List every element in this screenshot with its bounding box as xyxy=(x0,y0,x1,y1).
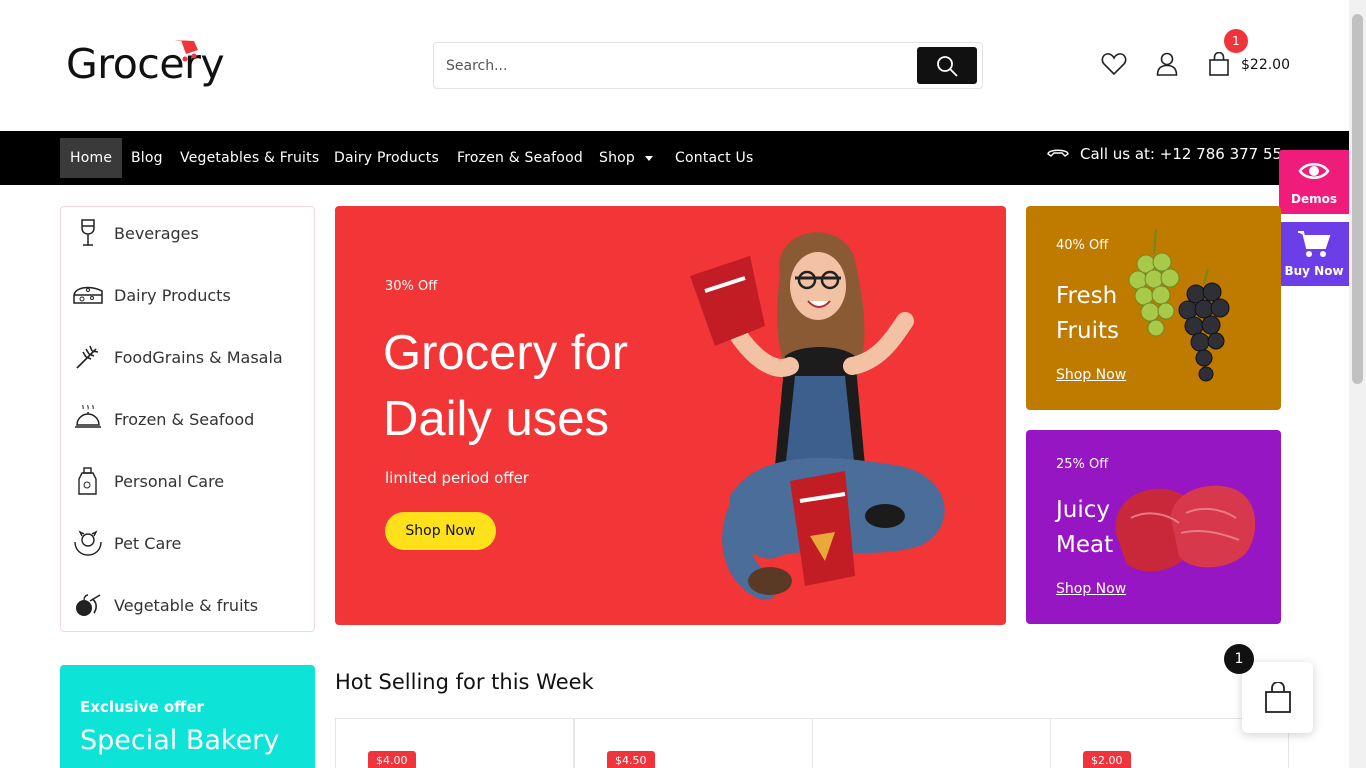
category-beverages[interactable]: Beverages xyxy=(71,213,306,253)
category-label: Frozen & Seafood xyxy=(114,409,255,429)
pet-hands-icon xyxy=(71,526,105,560)
search-bar xyxy=(433,42,983,89)
promo-discount: 40% Off xyxy=(1056,238,1109,253)
site-header: Grocery 1 $22.00 xyxy=(0,0,1349,131)
buy-now-label: Buy Now xyxy=(1284,264,1344,278)
nav-contact-us[interactable]: Contact Us xyxy=(675,138,753,178)
promo-shop-now-link[interactable]: Shop Now xyxy=(1056,581,1126,597)
promo-juicy-meat: 25% Off Juicy Meat Shop Now xyxy=(1026,430,1281,624)
call-us: Call us at: +12 786 377 55 xyxy=(1046,145,1282,163)
nav-frozen-seafood[interactable]: Frozen & Seafood xyxy=(457,138,583,178)
call-us-text: Call us at: +12 786 377 55 xyxy=(1080,145,1283,163)
buy-now-button[interactable]: Buy Now xyxy=(1279,222,1349,286)
category-label: Beverages xyxy=(114,223,199,243)
hero-title: Grocery for Daily uses xyxy=(383,326,629,446)
fruits-icon xyxy=(71,588,105,622)
bottles-icon xyxy=(71,464,105,498)
nav-shop-label: Shop xyxy=(599,150,636,166)
category-foodgrains-masala[interactable]: FoodGrains & Masala xyxy=(71,337,306,377)
grocery-logo[interactable]: Grocery xyxy=(66,40,225,100)
search-input[interactable] xyxy=(446,51,916,81)
price-badge: $4.50 xyxy=(607,751,655,768)
category-label: Vegetable & fruits xyxy=(114,595,259,615)
heart-icon[interactable] xyxy=(1101,52,1127,76)
search-button[interactable] xyxy=(917,47,977,84)
special-bakery-card: Exclusive offer Special Bakery xyxy=(60,665,315,768)
product-card[interactable] xyxy=(812,718,1051,768)
category-label: FoodGrains & Masala xyxy=(114,347,283,367)
demos-button[interactable]: Demos xyxy=(1279,150,1349,214)
cheese-icon xyxy=(71,278,105,312)
category-personal-care[interactable]: Personal Care xyxy=(71,461,306,501)
floating-cart-button[interactable] xyxy=(1242,662,1313,733)
hero-shop-now-button[interactable]: Shop Now xyxy=(385,512,496,550)
hero-subtitle: limited period offer xyxy=(385,469,529,487)
price-badge: $2.00 xyxy=(1083,751,1131,768)
product-card[interactable]: $4.00 xyxy=(335,718,574,768)
cart-icon xyxy=(1298,231,1331,257)
category-frozen-seafood[interactable]: Frozen & Seafood xyxy=(71,399,306,439)
page-scrollbar[interactable] xyxy=(1349,0,1366,768)
nav-vegetables-fruits[interactable]: Vegetables & Fruits xyxy=(180,138,319,178)
eye-icon xyxy=(1298,163,1330,179)
shopping-bag-icon[interactable] xyxy=(1208,52,1230,76)
meat-image xyxy=(1115,485,1256,572)
scrollbar-thumb[interactable] xyxy=(1352,14,1363,384)
grapes-image xyxy=(1128,228,1230,382)
floating-cart-count: 1 xyxy=(1224,644,1254,674)
logo-cart-icon xyxy=(175,40,198,62)
hero-discount: 30% Off xyxy=(385,279,438,294)
nav-home[interactable]: Home xyxy=(60,138,123,178)
category-label: Pet Care xyxy=(114,533,182,553)
hot-selling-title: Hot Selling for this Week xyxy=(335,670,594,694)
cloche-icon xyxy=(71,402,105,436)
category-vegetable-fruits[interactable]: Vegetable & fruits xyxy=(71,585,306,625)
user-icon[interactable] xyxy=(1156,52,1178,76)
promo-discount: 25% Off xyxy=(1056,457,1109,472)
bakery-kicker: Exclusive offer xyxy=(80,698,204,716)
promo-fresh-fruits: 40% Off Fresh Fruits Shop Now xyxy=(1026,206,1281,410)
search-icon xyxy=(937,55,958,77)
nav-blog[interactable]: Blog xyxy=(131,138,163,178)
chevron-down-icon xyxy=(645,155,654,161)
price-badge: $4.00 xyxy=(368,751,416,768)
category-label: Dairy Products xyxy=(114,285,231,305)
cart-count-badge: 1 xyxy=(1224,29,1248,53)
category-pet-care[interactable]: Pet Care xyxy=(71,523,306,563)
category-label: Personal Care xyxy=(114,471,225,491)
wheat-icon xyxy=(71,340,105,374)
hero-banner: 30% Off Grocery for Daily uses limited p… xyxy=(335,206,1006,625)
wine-glass-icon xyxy=(71,216,105,250)
category-dairy-products[interactable]: Dairy Products xyxy=(71,275,306,315)
bakery-title: Special Bakery xyxy=(80,725,280,756)
nav-dairy-products[interactable]: Dairy Products xyxy=(334,138,439,178)
shopping-bag-icon xyxy=(1264,681,1291,713)
demos-label: Demos xyxy=(1291,192,1337,206)
category-sidebar: Beverages Dairy Products FoodGrains & Ma… xyxy=(60,206,315,632)
product-card[interactable]: $4.50 xyxy=(574,718,813,768)
phone-icon xyxy=(1047,149,1069,157)
nav-shop[interactable]: Shop xyxy=(599,138,654,178)
cart-total[interactable]: $22.00 xyxy=(1241,57,1290,73)
hero-woman-image xyxy=(690,232,945,600)
